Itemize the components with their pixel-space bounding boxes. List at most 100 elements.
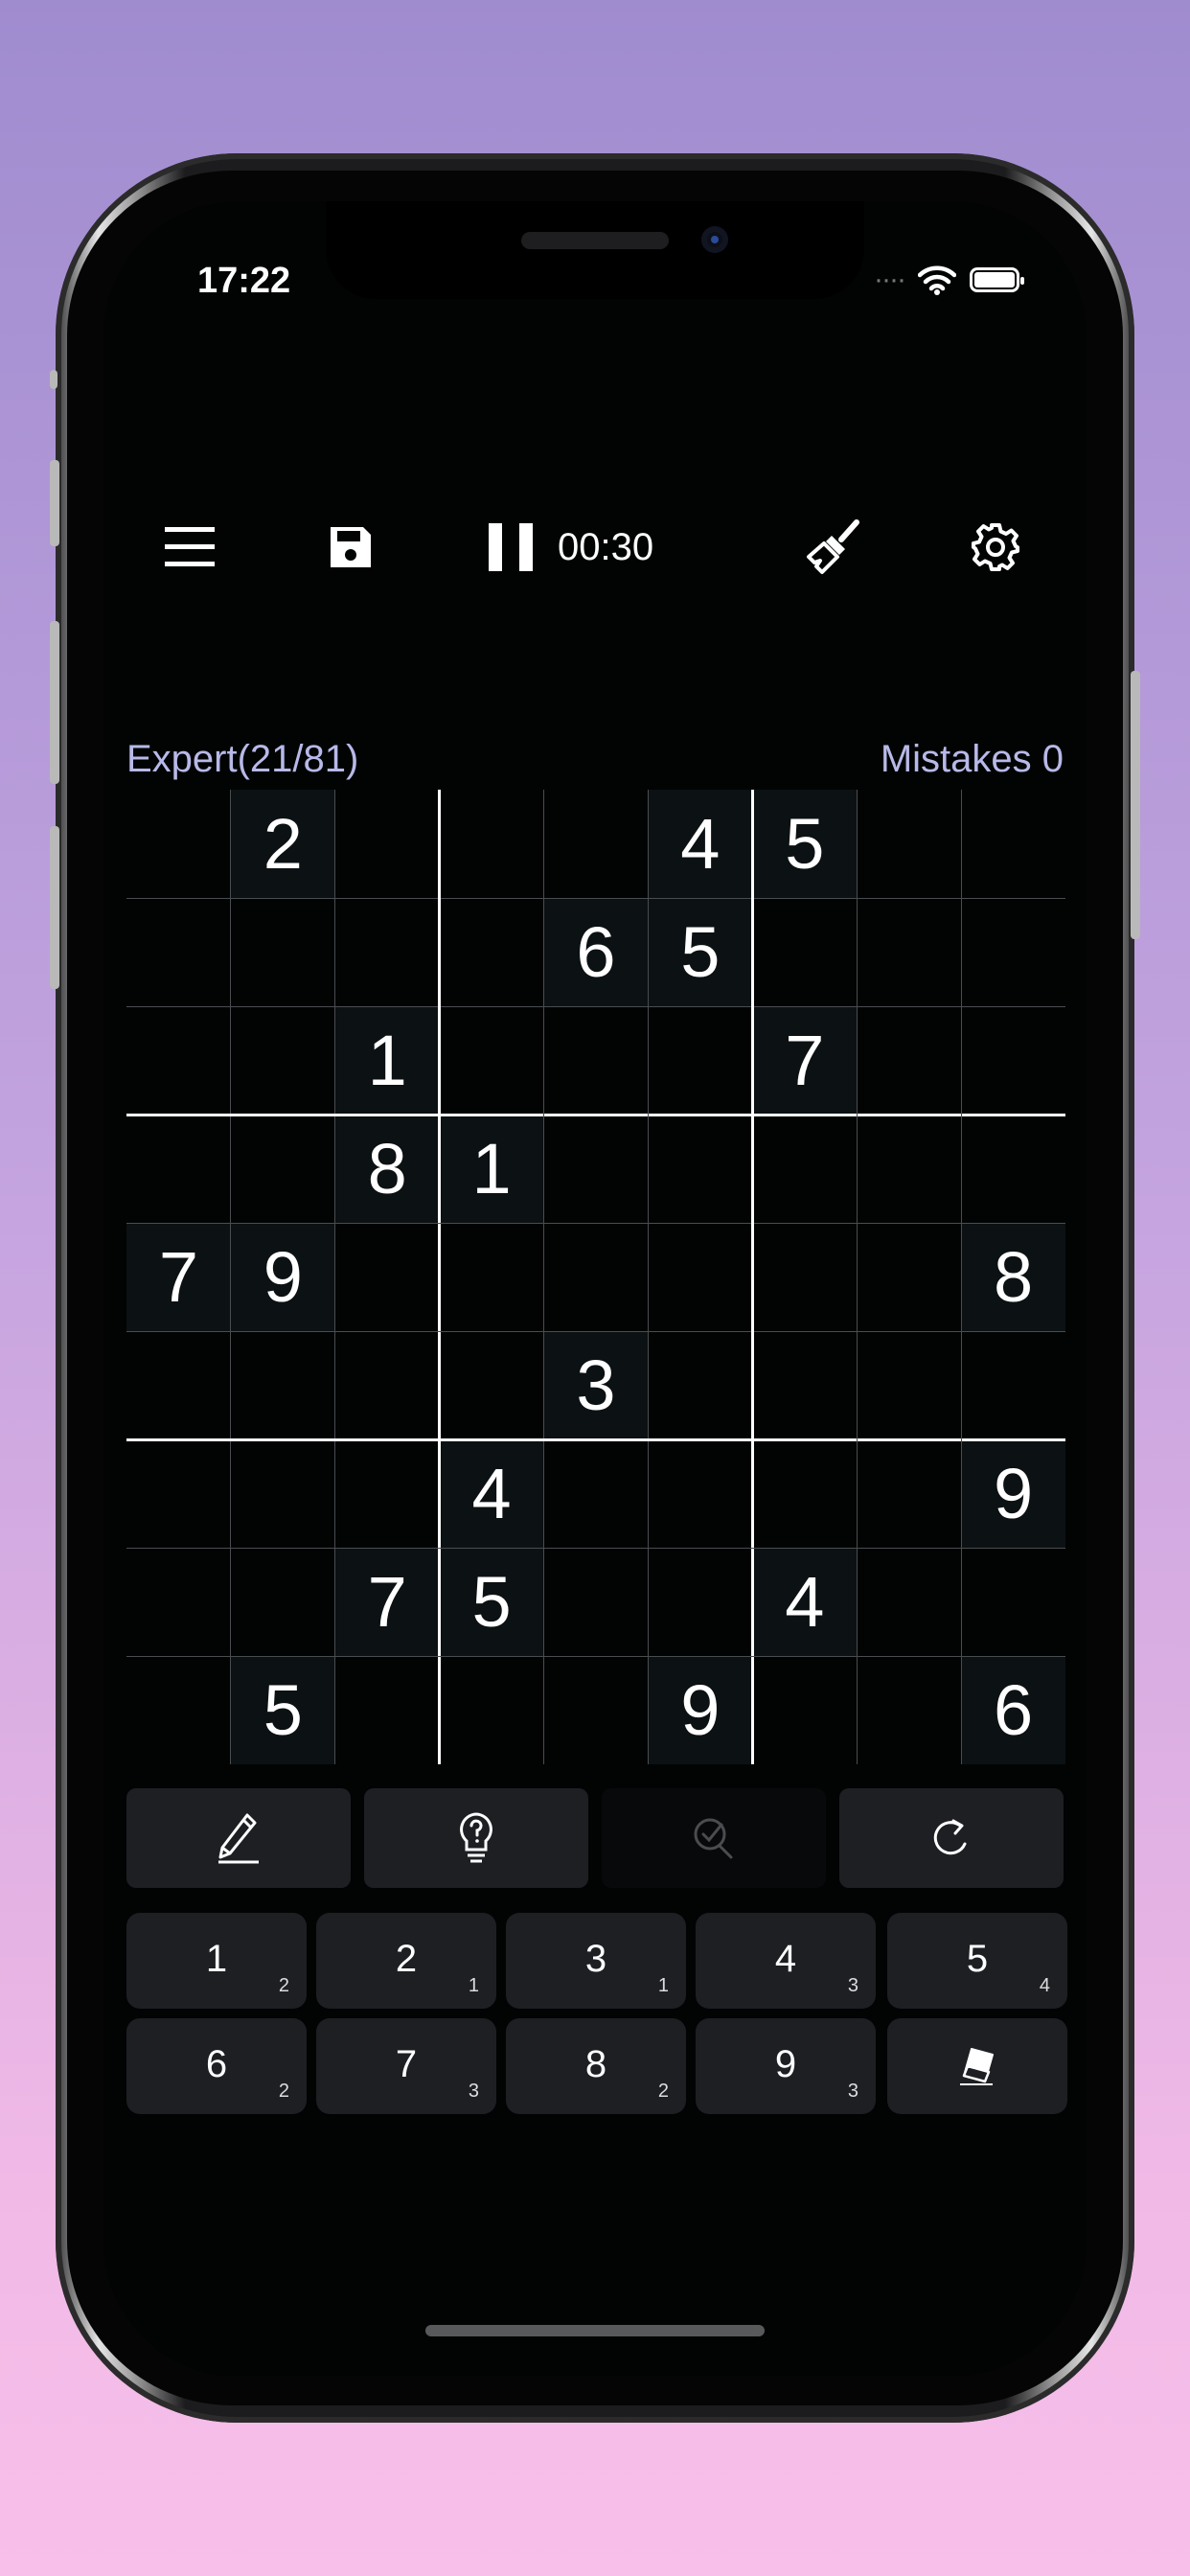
grid-cell-r9c8[interactable] <box>857 1656 961 1764</box>
grid-cell-r4c6[interactable] <box>648 1115 752 1223</box>
erase-button[interactable] <box>887 2018 1067 2114</box>
grid-cell-r1c1[interactable] <box>126 790 231 898</box>
number-button-8[interactable]: 82 <box>506 2018 686 2114</box>
hint-button[interactable] <box>364 1788 588 1888</box>
number-button-4[interactable]: 43 <box>696 1913 876 2009</box>
grid-cell-r5c8[interactable] <box>857 1223 961 1331</box>
grid-cell-r7c8[interactable] <box>857 1439 961 1548</box>
grid-cell-r8c9[interactable] <box>961 1548 1065 1656</box>
number-button-2[interactable]: 21 <box>316 1913 496 2009</box>
grid-cell-r7c5[interactable] <box>544 1439 649 1548</box>
grid-cell-r1c2[interactable]: 2 <box>230 790 335 898</box>
grid-cell-r5c3[interactable] <box>335 1223 440 1331</box>
grid-cell-r1c8[interactable] <box>857 790 961 898</box>
grid-cell-r6c9[interactable] <box>961 1331 1065 1439</box>
check-button[interactable] <box>602 1788 826 1888</box>
grid-cell-r9c4[interactable] <box>440 1656 544 1764</box>
grid-cell-r5c9[interactable]: 8 <box>961 1223 1065 1331</box>
grid-cell-r4c5[interactable] <box>544 1115 649 1223</box>
grid-cell-r7c9[interactable]: 9 <box>961 1439 1065 1548</box>
grid-cell-r6c5[interactable]: 3 <box>543 1331 649 1439</box>
grid-cell-r8c5[interactable] <box>544 1548 649 1656</box>
grid-cell-r9c9[interactable]: 6 <box>961 1656 1065 1764</box>
grid-cell-r6c3[interactable] <box>335 1331 440 1439</box>
grid-cell-r2c5[interactable]: 6 <box>543 898 649 1006</box>
grid-cell-r6c6[interactable] <box>648 1331 752 1439</box>
grid-cell-r3c7[interactable]: 7 <box>752 1006 858 1115</box>
grid-cell-r8c2[interactable] <box>231 1548 335 1656</box>
grid-cell-r3c5[interactable] <box>544 1006 649 1115</box>
undo-button[interactable] <box>839 1788 1064 1888</box>
grid-cell-r3c2[interactable] <box>231 1006 335 1115</box>
pause-timer-button[interactable]: 00:30 <box>487 504 717 590</box>
grid-cell-r2c9[interactable] <box>961 898 1065 1006</box>
grid-cell-r5c4[interactable] <box>440 1223 544 1331</box>
number-button-7[interactable]: 73 <box>316 2018 496 2114</box>
grid-cell-r7c7[interactable] <box>752 1439 857 1548</box>
grid-cell-r6c8[interactable] <box>857 1331 961 1439</box>
number-button-3[interactable]: 31 <box>506 1913 686 2009</box>
grid-cell-r4c4[interactable]: 1 <box>439 1115 544 1223</box>
clean-board-button[interactable] <box>795 504 872 590</box>
grid-cell-r7c1[interactable] <box>126 1439 231 1548</box>
number-button-1[interactable]: 12 <box>126 1913 307 2009</box>
grid-cell-r9c6[interactable]: 9 <box>648 1656 753 1764</box>
grid-cell-r8c4[interactable]: 5 <box>439 1548 544 1656</box>
grid-cell-r8c6[interactable] <box>648 1548 752 1656</box>
grid-cell-r2c7[interactable] <box>752 898 857 1006</box>
grid-cell-r1c4[interactable] <box>440 790 544 898</box>
grid-cell-r2c1[interactable] <box>126 898 231 1006</box>
grid-cell-r4c9[interactable] <box>961 1115 1065 1223</box>
grid-cell-r7c4[interactable]: 4 <box>439 1439 544 1548</box>
grid-cell-r4c8[interactable] <box>857 1115 961 1223</box>
notes-pencil-button[interactable] <box>126 1788 351 1888</box>
grid-cell-r1c3[interactable] <box>335 790 440 898</box>
grid-cell-r5c5[interactable] <box>544 1223 649 1331</box>
grid-cell-r8c7[interactable]: 4 <box>752 1548 858 1656</box>
grid-cell-r1c6[interactable]: 4 <box>648 790 753 898</box>
grid-cell-r3c9[interactable] <box>961 1006 1065 1115</box>
grid-cell-r3c4[interactable] <box>440 1006 544 1115</box>
grid-cell-r9c5[interactable] <box>544 1656 649 1764</box>
grid-cell-r7c3[interactable] <box>335 1439 440 1548</box>
grid-cell-r7c2[interactable] <box>231 1439 335 1548</box>
grid-cell-r7c6[interactable] <box>648 1439 752 1548</box>
grid-cell-r2c4[interactable] <box>440 898 544 1006</box>
grid-cell-r6c4[interactable] <box>440 1331 544 1439</box>
grid-cell-r8c8[interactable] <box>857 1548 961 1656</box>
grid-cell-r1c5[interactable] <box>544 790 649 898</box>
grid-cell-r3c1[interactable] <box>126 1006 231 1115</box>
grid-cell-r5c1[interactable]: 7 <box>126 1223 231 1331</box>
grid-cell-r9c3[interactable] <box>335 1656 440 1764</box>
grid-cell-r4c7[interactable] <box>752 1115 857 1223</box>
grid-cell-r6c7[interactable] <box>752 1331 857 1439</box>
grid-cell-r5c2[interactable]: 9 <box>230 1223 335 1331</box>
grid-cell-r1c9[interactable] <box>961 790 1065 898</box>
grid-cell-r4c3[interactable]: 8 <box>334 1115 440 1223</box>
grid-cell-r5c6[interactable] <box>648 1223 752 1331</box>
grid-cell-r3c8[interactable] <box>857 1006 961 1115</box>
grid-cell-r2c3[interactable] <box>335 898 440 1006</box>
grid-cell-r2c8[interactable] <box>857 898 961 1006</box>
number-button-9[interactable]: 93 <box>696 2018 876 2114</box>
grid-cell-r6c1[interactable] <box>126 1331 231 1439</box>
grid-cell-r6c2[interactable] <box>231 1331 335 1439</box>
grid-cell-r4c2[interactable] <box>231 1115 335 1223</box>
save-button[interactable] <box>316 504 385 590</box>
grid-cell-r8c3[interactable]: 7 <box>334 1548 440 1656</box>
grid-cell-r9c7[interactable] <box>752 1656 857 1764</box>
grid-cell-r1c7[interactable]: 5 <box>752 790 858 898</box>
grid-cell-r3c3[interactable]: 1 <box>334 1006 440 1115</box>
grid-cell-r2c6[interactable]: 5 <box>648 898 753 1006</box>
grid-cell-r5c7[interactable] <box>752 1223 857 1331</box>
number-button-5[interactable]: 54 <box>887 1913 1067 2009</box>
grid-cell-r9c2[interactable]: 5 <box>230 1656 335 1764</box>
grid-cell-r2c2[interactable] <box>231 898 335 1006</box>
grid-cell-r8c1[interactable] <box>126 1548 231 1656</box>
grid-cell-r3c6[interactable] <box>648 1006 752 1115</box>
number-button-6[interactable]: 62 <box>126 2018 307 2114</box>
grid-cell-r4c1[interactable] <box>126 1115 231 1223</box>
settings-button[interactable] <box>962 504 1029 590</box>
grid-cell-r9c1[interactable] <box>126 1656 231 1764</box>
menu-button[interactable] <box>155 504 224 590</box>
